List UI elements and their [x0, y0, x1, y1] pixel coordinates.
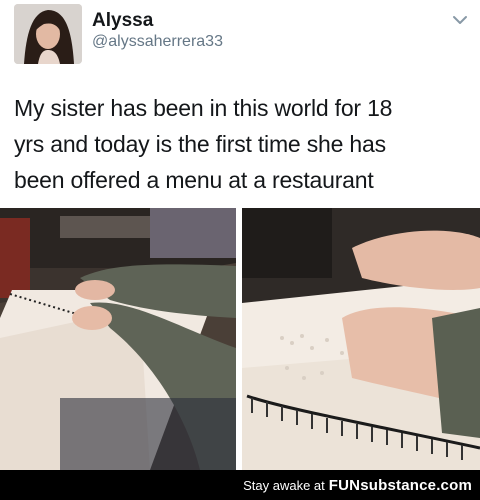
watermark-footer: Stay awake at FUNsubstance.com — [0, 470, 480, 500]
watermark-brand: FUNsubstance.com — [329, 477, 472, 494]
user-handle[interactable]: @alyssaherrera33 — [92, 33, 223, 51]
tweet-text-line: yrs and today is the first time she has — [14, 131, 386, 157]
avatar-image — [14, 4, 82, 64]
tweet-text: My sister has been in this world for 18 … — [14, 90, 474, 198]
tweet-header: Alyssa @alyssaherrera33 — [0, 0, 480, 80]
watermark-domain: .com — [436, 477, 472, 494]
watermark-brand-fun: FUN — [328, 477, 361, 494]
chevron-down-icon[interactable] — [450, 12, 470, 28]
tweet-text-line: been offered a menu at a restaurant — [14, 167, 374, 193]
display-name[interactable]: Alyssa — [92, 10, 153, 32]
braille-menu-photo-right[interactable] — [242, 208, 480, 470]
avatar[interactable] — [14, 4, 82, 64]
site-watermark[interactable]: Stay awake at FUNsubstance.com — [243, 477, 472, 495]
braille-menu-photo-left[interactable] — [0, 208, 236, 470]
tweet-text-line: My sister has been in this world for 18 — [14, 95, 393, 121]
watermark-brand-sub: substance — [360, 477, 437, 494]
watermark-prefix: Stay awake at — [243, 478, 325, 493]
